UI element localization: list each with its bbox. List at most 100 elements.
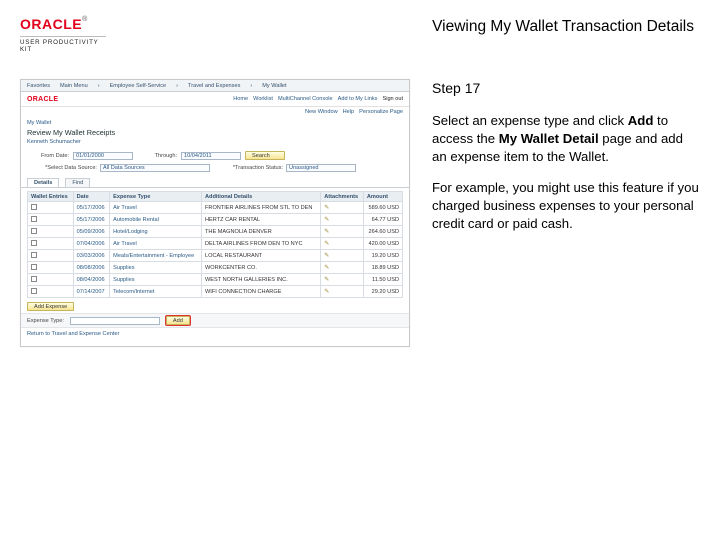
link-worklist[interactable]: Worklist [253,96,273,102]
table-row: 07/14/2007Telecom/InternetWIFI CONNECTIO… [28,286,403,298]
link-mcc[interactable]: MultiChannel Console [278,96,333,102]
tx-status-label: *Transaction Status: [213,165,283,171]
table-row: 08/04/2006SuppliesWEST NORTH GALLERIES I… [28,274,403,286]
col-additional-details: Additional Details [201,192,320,202]
nav-main-menu[interactable]: Main Menu [60,83,88,89]
row-checkbox[interactable] [31,264,37,270]
instruction-paragraph-1: Select an expense type and click Add to … [432,112,700,165]
cell-date[interactable]: 08/08/2006 [73,262,109,274]
link-home[interactable]: Home [233,96,248,102]
cell-date[interactable]: 05/17/2006 [73,214,109,226]
through-date-label: Through: [137,153,177,159]
search-button[interactable]: Search [245,151,285,160]
application-screenshot: Favorites Main Menu › Employee Self-Serv… [20,79,410,347]
tx-status-select[interactable]: Unassigned [286,164,356,172]
col-date: Date [73,192,109,202]
through-date-input[interactable]: 10/04/2011 [181,152,241,160]
row-checkbox[interactable] [31,276,37,282]
add-button[interactable]: Add [166,316,190,325]
attachment-icon[interactable]: ✎ [321,250,364,262]
row-checkbox[interactable] [31,204,37,210]
col-attachments: Attachments [321,192,364,202]
date-filter-row: From Date: 01/01/2000 Through: 10/04/201… [21,149,409,164]
cell-type[interactable]: Air Travel [110,238,202,250]
cell-amount: 264.60 USD [363,226,402,238]
step-label: Step 17 [432,79,700,98]
table-row: 05/17/2006Air TravelFRONTIER AIRLINES FR… [28,202,403,214]
cell-date[interactable]: 03/03/2006 [73,250,109,262]
add-expense-button[interactable]: Add Expense [27,302,74,311]
nav-favorites[interactable]: Favorites [27,83,50,89]
link-add-my-links[interactable]: Add to My Links [338,96,378,102]
cell-date[interactable]: 05/09/2006 [73,226,109,238]
table-row: 07/04/2006Air TravelDELTA AIRLINES FROM … [28,238,403,250]
expense-type-select[interactable] [70,317,160,325]
attachment-icon[interactable]: ✎ [321,214,364,226]
table-row: 05/17/2006Automobile RentalHERTZ CAR REN… [28,214,403,226]
row-checkbox[interactable] [31,240,37,246]
nav-path-3[interactable]: My Wallet [262,83,286,89]
instruction-paragraph-2: For example, you might use this feature … [432,179,700,232]
wallet-crumb[interactable]: My Wallet [21,117,409,128]
attachment-icon[interactable]: ✎ [321,226,364,238]
table-row: 05/09/2006Hotel/LodgingTHE MAGNOLIA DENV… [28,226,403,238]
cell-type[interactable]: Meals/Entertainment - Employee [110,250,202,262]
cell-date[interactable]: 07/14/2007 [73,286,109,298]
tab-find[interactable]: Find [65,178,90,187]
cell-details: FRONTIER AIRLINES FROM STL TO DEN [201,202,320,214]
row-checkbox[interactable] [31,252,37,258]
link-sign-out[interactable]: Sign out [382,96,403,102]
cell-type[interactable]: Hotel/Lodging [110,226,202,238]
cell-details: WIFI CONNECTION CHARGE [201,286,320,298]
oracle-logo: ORACLE® USER PRODUCTIVITY KIT [20,16,106,53]
app-brand-row: ORACLE Home Worklist MultiChannel Consol… [21,92,409,106]
cell-type[interactable]: Telecom/Internet [110,286,202,298]
row-checkbox[interactable] [31,288,37,294]
link-new-window[interactable]: New Window [305,109,338,115]
person-name: Kenneth Schumacher [21,139,409,149]
logo-tm: ® [82,16,87,23]
col-expense-type: Expense Type [110,192,202,202]
cell-type[interactable]: Automobile Rental [110,214,202,226]
app-breadcrumb-nav: Favorites Main Menu › Employee Self-Serv… [21,80,409,92]
from-date-label: From Date: [27,153,69,159]
row-checkbox[interactable] [31,216,37,222]
cell-details: LOCAL RESTAURANT [201,250,320,262]
cell-date[interactable]: 05/17/2006 [73,202,109,214]
row-checkbox[interactable] [31,228,37,234]
attachment-icon[interactable]: ✎ [321,202,364,214]
cell-amount: 64.77 USD [363,214,402,226]
tab-details[interactable]: Details [27,178,59,187]
link-personalize[interactable]: Personalize Page [359,109,403,115]
attachment-icon[interactable]: ✎ [321,286,364,298]
table-row: 03/03/2006Meals/Entertainment - Employee… [28,250,403,262]
nav-path-1[interactable]: Employee Self-Service [110,83,167,89]
cell-type[interactable]: Supplies [110,274,202,286]
col-amount: Amount [363,192,402,202]
cell-type[interactable]: Air Travel [110,202,202,214]
source-status-row: *Select Data Source: All Data Sources *T… [21,164,409,176]
page-header-title: Viewing My Wallet Transaction Details [432,16,700,36]
cell-details: THE MAGNOLIA DENVER [201,226,320,238]
return-link[interactable]: Return to Travel and Expense Center [21,328,409,340]
cell-date[interactable]: 07/04/2006 [73,238,109,250]
instruction-panel: Step 17 Select an expense type and click… [432,79,700,347]
cell-date[interactable]: 08/04/2006 [73,274,109,286]
link-help[interactable]: Help [343,109,355,115]
attachment-icon[interactable]: ✎ [321,274,364,286]
app-page-title: Review My Wallet Receipts [21,128,409,139]
cell-type[interactable]: Supplies [110,262,202,274]
logo-brand: ORACLE [20,16,82,32]
data-source-select[interactable]: All Data Sources [100,164,210,172]
cell-amount: 589.60 USD [363,202,402,214]
cell-details: WORKCENTER CO. [201,262,320,274]
grid-tabs: Details Find [21,176,409,188]
data-source-label: *Select Data Source: [27,165,97,171]
cell-amount: 11.50 USD [363,274,402,286]
nav-path-2[interactable]: Travel and Expenses [188,83,240,89]
cell-amount: 420.00 USD [363,238,402,250]
from-date-input[interactable]: 01/01/2000 [73,152,133,160]
attachment-icon[interactable]: ✎ [321,238,364,250]
cell-amount: 29.20 USD [363,286,402,298]
attachment-icon[interactable]: ✎ [321,262,364,274]
